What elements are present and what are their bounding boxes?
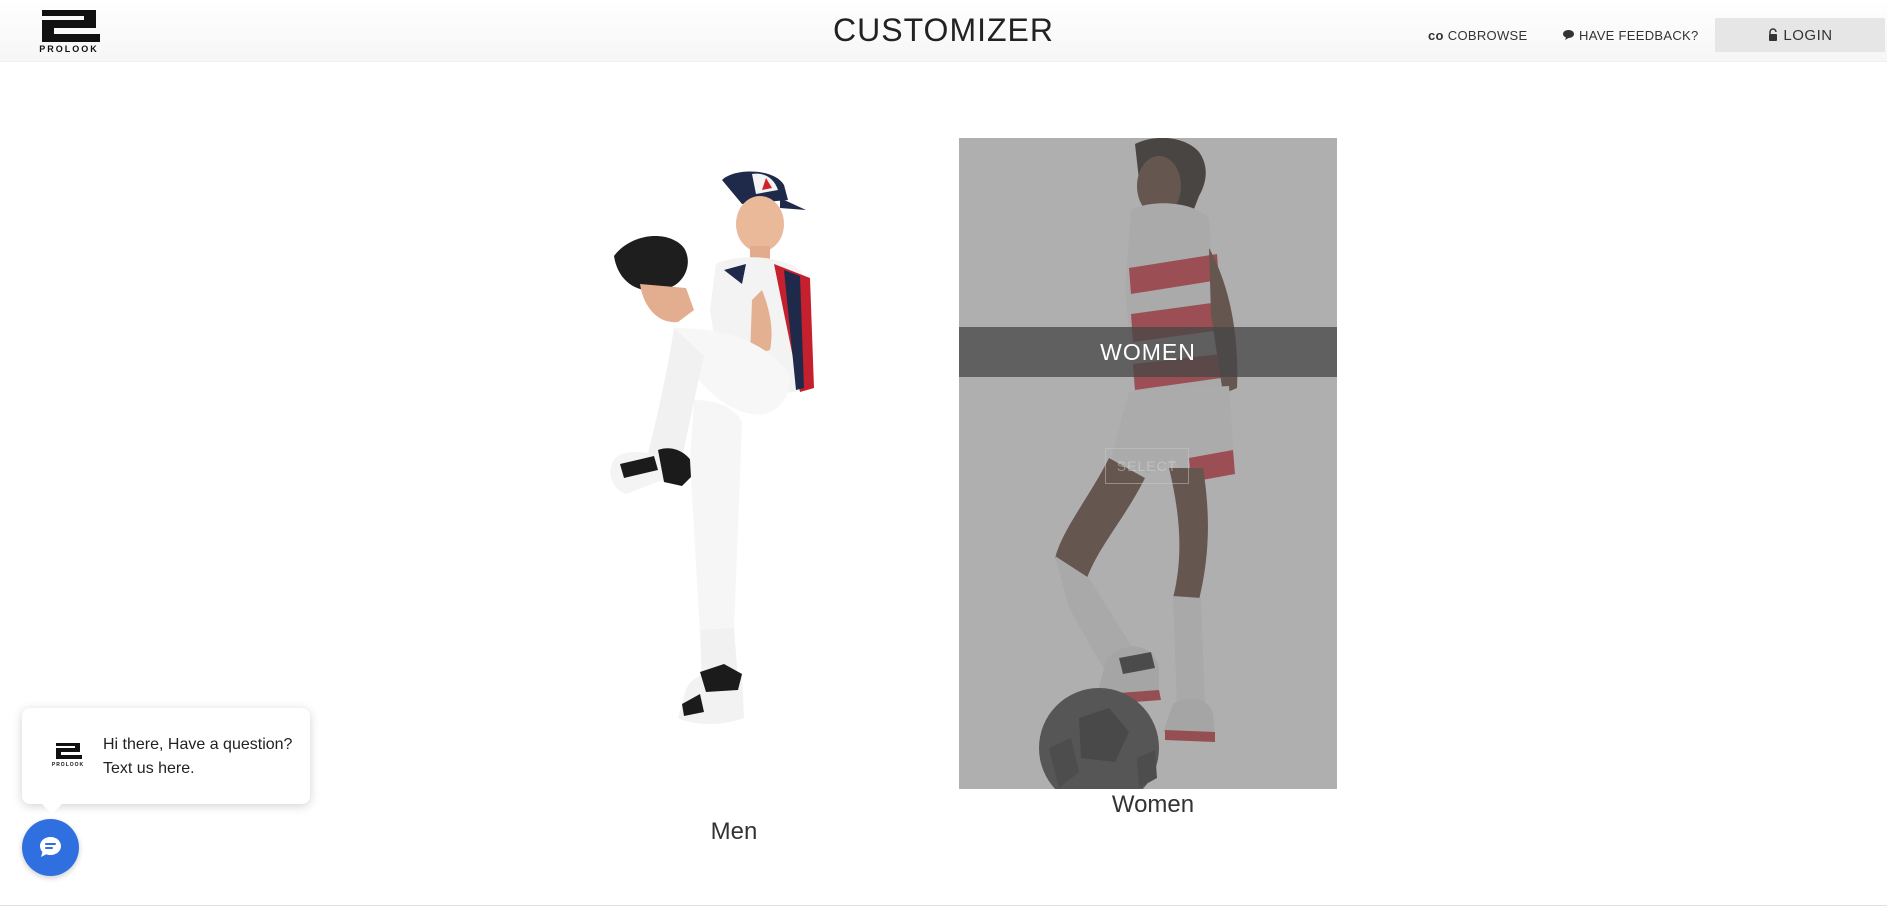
prolook-logo-icon [42,10,100,42]
login-label: LOGIN [1783,26,1833,44]
chat-prolook-logo: PROLOOK [48,742,88,770]
footer-divider [0,905,1887,906]
cobrowse-icon: co [1428,27,1444,43]
prolook-logo[interactable]: PROLOOK [24,8,114,54]
women-caption[interactable]: Women [1003,791,1303,819]
feedback-link[interactable]: HAVE FEEDBACK? [1562,18,1699,52]
chat-icon [40,837,61,857]
men-card[interactable] [574,160,824,800]
women-card[interactable]: WOMEN SELECT [959,138,1337,789]
cobrowse-link[interactable]: co COBROWSE [1428,18,1527,52]
men-baseball-player-image [610,171,814,724]
women-overlay-label: WOMEN [959,327,1337,377]
chat-greeting-bubble[interactable]: PROLOOK Hi there, Have a question? Text … [22,708,310,814]
cobrowse-label: COBROWSE [1447,27,1528,43]
chat-logo-icon [56,743,82,759]
chat-message: Hi there, Have a question? Text us here. [103,736,293,777]
login-button[interactable]: LOGIN [1715,18,1885,52]
chat-launcher-button[interactable] [22,819,79,876]
speech-bubble-icon [1563,30,1574,40]
lock-icon [1769,28,1778,41]
chat-logo-text: PROLOOK [51,762,85,768]
feedback-label: HAVE FEEDBACK? [1579,27,1699,43]
women-select-button[interactable]: SELECT [1105,448,1189,484]
logo-text: PROLOOK [39,44,99,54]
men-caption[interactable]: Men [584,818,884,846]
header: PROLOOK CUSTOMIZER co COBROWSE HAVE FEED… [0,0,1887,62]
